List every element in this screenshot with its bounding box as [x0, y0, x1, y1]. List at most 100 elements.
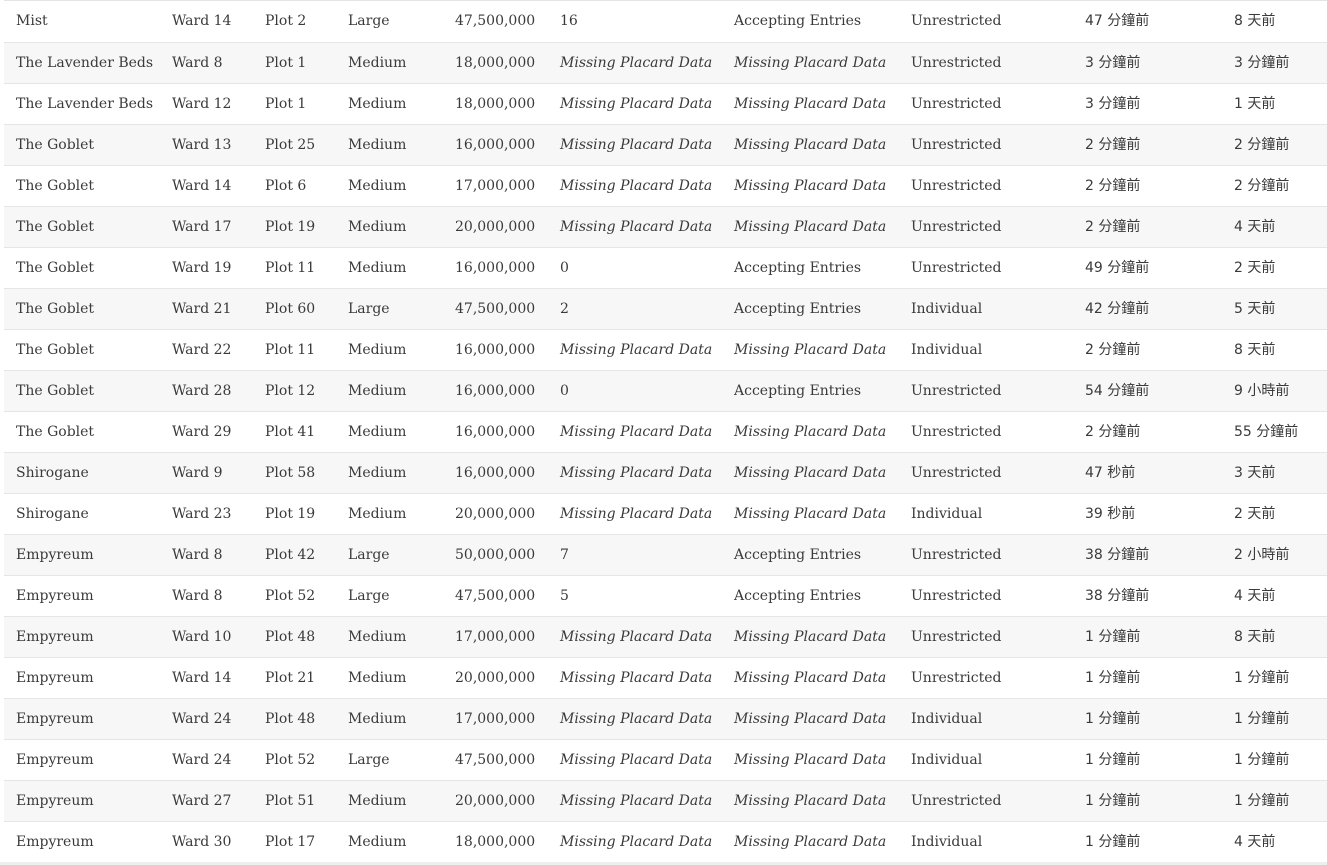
cell-purchase-restriction: Unrestricted — [899, 1, 1073, 43]
cell-first-seen: 1 分鐘前 — [1222, 698, 1327, 740]
cell-ward: Ward 19 — [160, 247, 253, 289]
cell-lottery-phase: Missing Placard Data — [722, 83, 899, 125]
cell-plot: Plot 25 — [253, 124, 336, 166]
cell-ward: Ward 9 — [160, 452, 253, 494]
cell-price: 18,000,000 — [443, 83, 548, 125]
table-row: The Goblet Ward 17 Plot 19 Medium 20,000,000… — [4, 206, 1327, 248]
cell-price: 17,000,000 — [443, 165, 548, 207]
cell-plot: Plot 60 — [253, 288, 336, 330]
cell-price: 20,000,000 — [443, 493, 548, 535]
table-row: Mist Ward 14 Plot 2 Large 47,500,000 16 Accept… — [4, 1, 1327, 43]
cell-first-seen: 4 天前 — [1222, 821, 1327, 863]
table-row: The Goblet Ward 13 Plot 25 Medium 16,000,000… — [4, 124, 1327, 166]
cell-price: 50,000,000 — [443, 534, 548, 576]
cell-plot: Plot 19 — [253, 206, 336, 248]
cell-purchase-restriction: Unrestricted — [899, 452, 1073, 494]
cell-entrants: Missing Placard Data — [548, 493, 722, 535]
cell-lottery-phase: Missing Placard Data — [722, 165, 899, 207]
cell-price: 47,500,000 — [443, 575, 548, 617]
cell-lottery-phase: Accepting Entries — [722, 1, 899, 43]
cell-price: 20,000,000 — [443, 206, 548, 248]
cell-last-seen: 3 分鐘前 — [1073, 42, 1222, 84]
cell-size: Medium — [336, 165, 443, 207]
table-row: The Goblet Ward 22 Plot 11 Medium 16,000,000… — [4, 329, 1327, 371]
cell-purchase-restriction: Individual — [899, 329, 1073, 371]
cell-ward: Ward 14 — [160, 165, 253, 207]
cell-size: Medium — [336, 247, 443, 289]
cell-ward: Ward 24 — [160, 739, 253, 781]
cell-last-seen: 1 分鐘前 — [1073, 821, 1222, 863]
cell-lottery-phase: Missing Placard Data — [722, 411, 899, 453]
cell-district: The Goblet — [4, 370, 160, 412]
cell-purchase-restriction: Unrestricted — [899, 411, 1073, 453]
cell-district: Empyreum — [4, 657, 160, 699]
cell-size: Medium — [336, 370, 443, 412]
cell-ward: Ward 14 — [160, 1, 253, 43]
cell-ward: Ward 8 — [160, 575, 253, 617]
cell-purchase-restriction: Unrestricted — [899, 370, 1073, 412]
cell-ward: Ward 22 — [160, 329, 253, 371]
cell-price: 20,000,000 — [443, 657, 548, 699]
table-row: The Goblet Ward 29 Plot 41 Medium 16,000,000… — [4, 411, 1327, 453]
cell-plot: Plot 52 — [253, 575, 336, 617]
cell-plot: Plot 52 — [253, 739, 336, 781]
cell-first-seen: 9 小時前 — [1222, 370, 1327, 412]
cell-first-seen: 1 分鐘前 — [1222, 780, 1327, 822]
cell-entrants: Missing Placard Data — [548, 452, 722, 494]
cell-first-seen: 8 天前 — [1222, 616, 1327, 658]
cell-last-seen: 39 秒前 — [1073, 493, 1222, 535]
cell-size: Medium — [336, 83, 443, 125]
cell-last-seen: 49 分鐘前 — [1073, 247, 1222, 289]
cell-lottery-phase: Missing Placard Data — [722, 616, 899, 658]
cell-district: The Goblet — [4, 206, 160, 248]
cell-price: 16,000,000 — [443, 329, 548, 371]
cell-entrants: Missing Placard Data — [548, 124, 722, 166]
cell-first-seen: 8 天前 — [1222, 329, 1327, 371]
cell-first-seen: 8 天前 — [1222, 1, 1327, 43]
table-row: Shirogane Ward 9 Plot 58 Medium 16,000,000 Mi… — [4, 452, 1327, 494]
cell-first-seen: 1 分鐘前 — [1222, 739, 1327, 781]
cell-size: Medium — [336, 657, 443, 699]
cell-purchase-restriction: Unrestricted — [899, 575, 1073, 617]
cell-price: 20,000,000 — [443, 780, 548, 822]
cell-size: Medium — [336, 698, 443, 740]
housing-table-container: Mist Ward 14 Plot 2 Large 47,500,000 16 Accept… — [4, 0, 1327, 863]
table-row: The Goblet Ward 28 Plot 12 Medium 16,000,000… — [4, 370, 1327, 412]
cell-first-seen: 2 小時前 — [1222, 534, 1327, 576]
cell-size: Large — [336, 534, 443, 576]
cell-entrants: 16 — [548, 1, 722, 43]
cell-plot: Plot 48 — [253, 616, 336, 658]
cell-price: 16,000,000 — [443, 247, 548, 289]
cell-purchase-restriction: Individual — [899, 493, 1073, 535]
cell-entrants: Missing Placard Data — [548, 657, 722, 699]
cell-purchase-restriction: Unrestricted — [899, 247, 1073, 289]
cell-ward: Ward 10 — [160, 616, 253, 658]
cell-size: Large — [336, 739, 443, 781]
cell-first-seen: 1 分鐘前 — [1222, 657, 1327, 699]
cell-first-seen: 2 分鐘前 — [1222, 124, 1327, 166]
cell-entrants: Missing Placard Data — [548, 698, 722, 740]
cell-size: Medium — [336, 821, 443, 863]
cell-size: Medium — [336, 206, 443, 248]
cell-purchase-restriction: Individual — [899, 821, 1073, 863]
cell-lottery-phase: Missing Placard Data — [722, 739, 899, 781]
cell-district: Empyreum — [4, 739, 160, 781]
cell-last-seen: 38 分鐘前 — [1073, 575, 1222, 617]
cell-price: 16,000,000 — [443, 370, 548, 412]
cell-district: Empyreum — [4, 821, 160, 863]
table-row: Empyreum Ward 8 Plot 52 Large 47,500,000 5 Acc… — [4, 575, 1327, 617]
cell-entrants: Missing Placard Data — [548, 165, 722, 207]
table-body: Mist Ward 14 Plot 2 Large 47,500,000 16 Accept… — [4, 1, 1327, 863]
cell-district: The Goblet — [4, 411, 160, 453]
cell-size: Medium — [336, 616, 443, 658]
cell-price: 47,500,000 — [443, 288, 548, 330]
cell-plot: Plot 58 — [253, 452, 336, 494]
cell-plot: Plot 1 — [253, 42, 336, 84]
cell-district: Mist — [4, 1, 160, 43]
cell-ward: Ward 21 — [160, 288, 253, 330]
cell-size: Medium — [336, 452, 443, 494]
cell-lottery-phase: Missing Placard Data — [722, 821, 899, 863]
cell-size: Medium — [336, 411, 443, 453]
cell-plot: Plot 17 — [253, 821, 336, 863]
cell-entrants: 0 — [548, 247, 722, 289]
